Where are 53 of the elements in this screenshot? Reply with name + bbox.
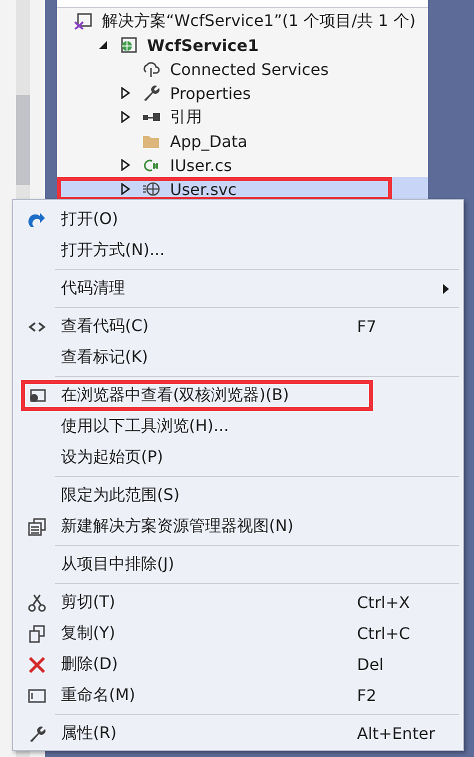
wrench-icon	[142, 84, 160, 102]
wrench-icon	[28, 724, 46, 742]
menu-item[interactable]: 使用以下工具浏览(H)...	[13, 411, 463, 442]
tree-item-label: Connected Services	[170, 60, 329, 78]
browser-icon	[28, 386, 46, 404]
globe-icon	[142, 180, 160, 198]
tree-item-label: User.svc	[170, 180, 237, 198]
shortcut-label: F2	[357, 686, 378, 705]
cloud-icon	[142, 60, 160, 78]
tree-item-label: 解决方案“WcfService1”(1 个项目/共 1 个)	[102, 10, 416, 32]
scrollbar-thumb[interactable]	[16, 95, 30, 185]
project-icon	[119, 36, 137, 54]
menu-item[interactable]: 设为起始页(P)	[13, 442, 463, 473]
menu-item[interactable]: 重命名(M) F2	[13, 680, 463, 711]
menu-item[interactable]: 属性(R) Alt+Enter	[13, 718, 463, 749]
menu-item[interactable]: 打开方式(N)...	[13, 235, 463, 266]
tree-item[interactable]: App_Data	[57, 129, 428, 153]
shortcut-label: Ctrl+X	[357, 593, 411, 612]
menu-item[interactable]: 限定为此范围(S)	[13, 480, 463, 511]
menu-item[interactable]: 复制(Y) Ctrl+C	[13, 618, 463, 649]
tree-item[interactable]: User.svc	[57, 177, 428, 201]
tree-item[interactable]: WcfService1	[57, 33, 428, 57]
rename-icon	[28, 686, 46, 704]
tree-item-label: App_Data	[170, 132, 248, 150]
tree-item[interactable]: Connected Services	[57, 57, 428, 81]
search-field[interactable]	[57, 0, 428, 8]
tree-item[interactable]: Properties	[57, 81, 428, 105]
solution-icon	[74, 12, 92, 30]
windows-icon	[28, 518, 46, 536]
menu-item[interactable]: 删除(D) Del	[13, 649, 463, 680]
menu-item[interactable]: 查看代码(C) F7	[13, 311, 463, 342]
menu-item[interactable]: 打开(O)	[13, 204, 463, 235]
menu-item[interactable]: 查看标记(K)	[13, 342, 463, 373]
menu-item[interactable]: 新建解决方案资源管理器视图(N)	[13, 511, 463, 542]
scissors-icon	[28, 594, 46, 612]
menu-item[interactable]: 从项目中排除(J)	[13, 549, 463, 580]
tree-item-label: WcfService1	[147, 36, 259, 54]
tree-item[interactable]: 解决方案“WcfService1”(1 个项目/共 1 个)	[57, 9, 428, 33]
redo-icon	[28, 210, 46, 228]
tree-item-label: Properties	[170, 84, 251, 102]
menu-item[interactable]: 剪切(T) Ctrl+X	[13, 587, 463, 618]
tree-item[interactable]: 引用	[57, 105, 428, 129]
tree-item-label: IUser.cs	[170, 156, 232, 174]
shortcut-label: Del	[357, 655, 385, 674]
shortcut-label: Ctrl+C	[357, 624, 412, 643]
menu-item[interactable]: 代码清理	[13, 273, 463, 304]
copy-icon	[28, 624, 46, 642]
shortcut-label: Alt+Enter	[357, 724, 436, 743]
tree-item-label: 引用	[170, 106, 202, 128]
menu-item[interactable]: 在浏览器中查看(双核浏览器)(B)	[13, 380, 463, 411]
delete-icon	[28, 656, 46, 674]
shortcut-label: F7	[357, 317, 378, 336]
tree-item[interactable]: IUser.cs	[57, 153, 428, 177]
